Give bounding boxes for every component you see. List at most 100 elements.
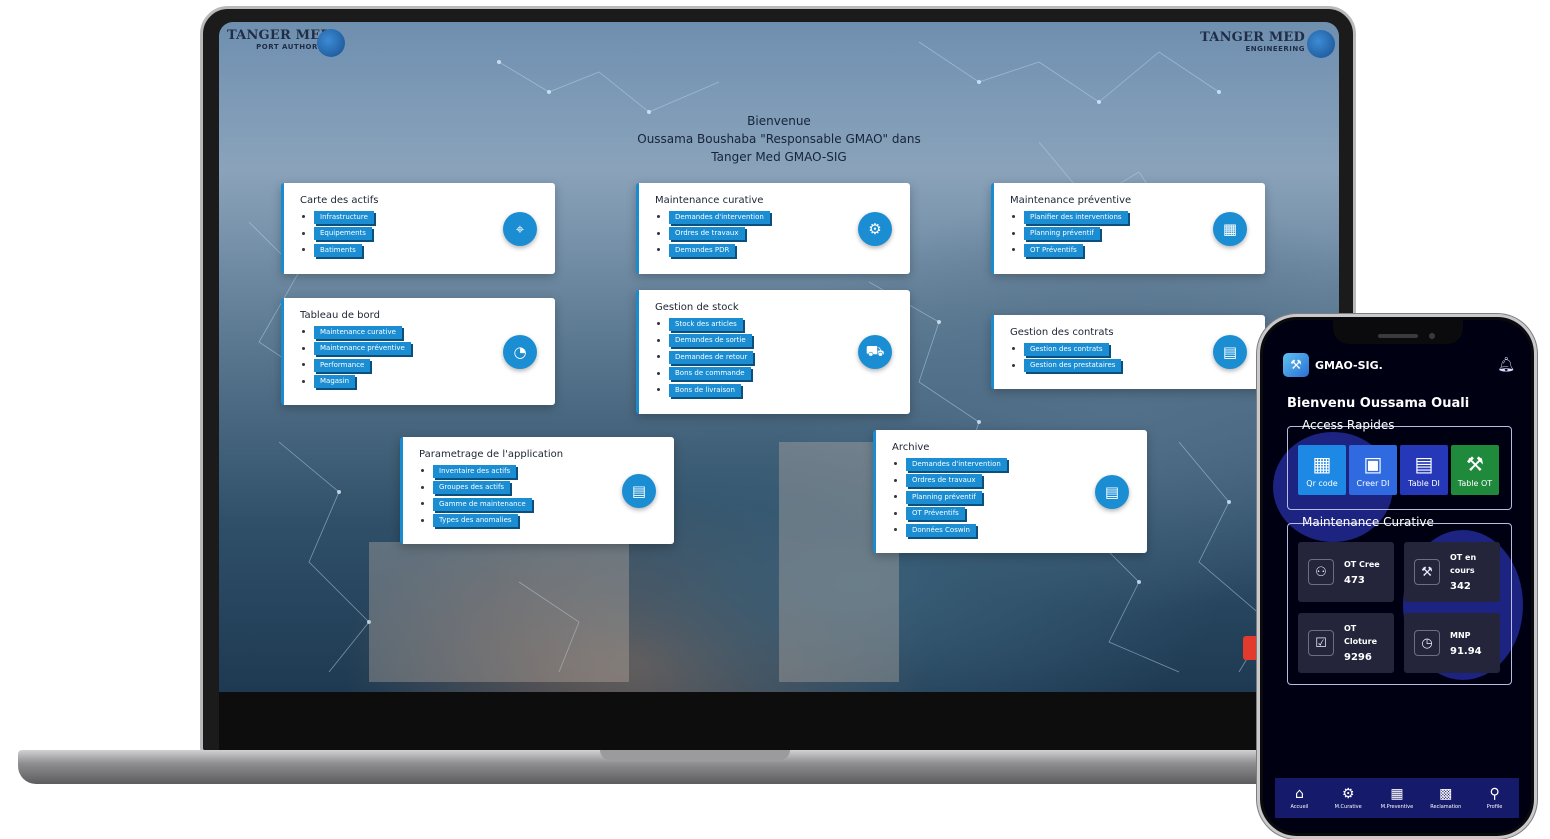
link-dashboard-curative[interactable]: Maintenance curative xyxy=(314,325,402,339)
document-icon[interactable]: ▤ xyxy=(1213,335,1247,369)
drill-icon: ⚒ xyxy=(1414,559,1440,585)
stat-value: 9296 xyxy=(1344,652,1372,663)
nav-profile[interactable]: ⚲ Profile xyxy=(1471,786,1519,810)
button-label: Qr code xyxy=(1306,478,1338,488)
nav-m-preventive[interactable]: ▦ M.Preventive xyxy=(1373,786,1421,810)
link-stock-articles[interactable]: Stock des articles xyxy=(669,317,743,331)
link-gestion-contrats[interactable]: Gestion des contrats xyxy=(1024,342,1109,356)
table-ot-button[interactable]: ⚒ Table OT xyxy=(1451,445,1499,495)
card-title: Gestion des contrats xyxy=(1010,327,1114,338)
stat-label: OT en cours xyxy=(1450,553,1477,575)
mockup-stage: TANGER MED PORT AUTHORITY TANGER MED ENG… xyxy=(0,0,1550,839)
link-types-anomalies[interactable]: Types des anomalies xyxy=(433,514,518,528)
link-planifier-interventions[interactable]: Planifier des interventions xyxy=(1024,210,1128,224)
link-groupes-actifs[interactable]: Groupes des actifs xyxy=(433,481,511,495)
curative-title: Maintenance Curative xyxy=(1302,515,1434,529)
button-label: Table OT xyxy=(1457,478,1493,488)
link-bons-livraison[interactable]: Bons de livraison xyxy=(669,383,741,397)
list-item: Demandes PDR xyxy=(655,242,894,259)
document-icon[interactable]: ▤ xyxy=(1095,474,1129,509)
nav-m-curative[interactable]: ⚙ M.Curative xyxy=(1324,786,1372,810)
list-item: Gamme de maintenance xyxy=(419,496,658,513)
card-title: Carte des actifs xyxy=(300,195,379,206)
link-inventaire-actifs[interactable]: Inventaire des actifs xyxy=(433,464,517,478)
calendar-icon[interactable]: ▦ xyxy=(1213,211,1247,246)
camera xyxy=(1429,333,1435,339)
qr-code-button[interactable]: ▦ Qr code xyxy=(1298,445,1346,495)
gear-icon: ⚙ xyxy=(1341,786,1355,802)
nav-reclamation[interactable]: ▩ Reclamation xyxy=(1422,786,1470,810)
drill-icon: ⚒ xyxy=(1466,451,1484,476)
calendar-icon: ▦ xyxy=(1390,786,1404,802)
list-item: Maintenance curative xyxy=(300,324,539,341)
nav-label: M.Preventive xyxy=(1380,804,1414,810)
bell-icon[interactable]: 🔔︎ xyxy=(1497,357,1515,373)
link-dashboard-preventive[interactable]: Maintenance préventive xyxy=(314,342,411,356)
card-tableau-de-bord: Tableau de bord Maintenance curative Mai… xyxy=(281,298,555,405)
link-bons-commande[interactable]: Bons de commande xyxy=(669,367,751,381)
stat-label: MNP xyxy=(1450,630,1471,640)
stat-ot-cree[interactable]: ⚇ OT Cree 473 xyxy=(1298,542,1394,602)
document-icon[interactable]: ▤ xyxy=(622,473,656,508)
dashboard-icon[interactable]: ◔ xyxy=(503,334,537,369)
link-performance[interactable]: Performance xyxy=(314,358,371,372)
stat-ot-cloture[interactable]: ☑ OT Cloture 9296 xyxy=(1298,613,1394,673)
link-demandes-pdr[interactable]: Demandes PDR xyxy=(669,243,736,257)
card-gestion-contrats: Gestion des contrats Gestion des contrat… xyxy=(991,315,1265,389)
card-maintenance-preventive: Maintenance préventive Planifier des int… xyxy=(991,183,1265,274)
stat-value: 473 xyxy=(1344,574,1365,586)
user-gear-icon: ⚇ xyxy=(1308,559,1334,585)
user-icon: ⚲ xyxy=(1489,786,1500,802)
stat-ot-en-cours[interactable]: ⚒ OT en cours 342 xyxy=(1404,542,1500,602)
stat-value: 91.94 xyxy=(1450,645,1482,657)
link-archive-ordres[interactable]: Ordres de travaux xyxy=(906,474,982,488)
cart-icon[interactable]: ⛟ xyxy=(858,335,892,369)
stat-label: OT Cloture xyxy=(1344,624,1377,646)
link-ot-preventifs[interactable]: OT Préventifs xyxy=(1024,243,1083,257)
link-equipements[interactable]: Equipements xyxy=(314,227,372,241)
list-item: Bons de livraison xyxy=(655,382,894,399)
engineering-logo-icon xyxy=(1307,30,1335,58)
laptop-hinge-notch xyxy=(600,750,790,760)
link-archive-coswin[interactable]: Données Coswin xyxy=(906,523,976,537)
list-item: Stock des articles xyxy=(655,316,894,333)
list-item: Inventaire des actifs xyxy=(419,463,658,480)
link-magasin[interactable]: Magasin xyxy=(314,375,356,389)
stat-mnp[interactable]: ◷ MNP 91.94 xyxy=(1404,613,1500,673)
home-icon: ⌂ xyxy=(1294,786,1304,802)
link-ordres-travaux[interactable]: Ordres de travaux xyxy=(669,227,745,241)
link-demandes-retour[interactable]: Demandes de retour xyxy=(669,350,754,364)
gear-icon[interactable]: ⚙ xyxy=(858,211,892,246)
link-archive-planning[interactable]: Planning préventif xyxy=(906,490,982,504)
list-item: Gestion des prestataires xyxy=(1010,358,1249,375)
list-item: Bons de commande xyxy=(655,366,894,383)
link-gamme-maintenance[interactable]: Gamme de maintenance xyxy=(433,497,532,511)
link-archive-ot[interactable]: OT Préventifs xyxy=(906,507,965,521)
link-gestion-prestataires[interactable]: Gestion des prestataires xyxy=(1024,359,1122,373)
link-demandes-sortie[interactable]: Demandes de sortie xyxy=(669,334,752,348)
card-title: Maintenance préventive xyxy=(1010,195,1132,206)
calendar-plus-icon: ▣ xyxy=(1363,451,1383,476)
nav-accueil[interactable]: ⌂ Accueil xyxy=(1275,786,1323,810)
card-archive: Archive Demandes d'intervention Ordres d… xyxy=(873,430,1147,553)
list-item: OT Préventifs xyxy=(892,506,1131,523)
welcome-line-3: Tanger Med GMAO-SIG xyxy=(711,150,847,164)
curative-panel: Maintenance Curative ⚇ OT Cree 473 ⚒ OT e… xyxy=(1287,515,1512,685)
link-infrastructure[interactable]: Infrastructure xyxy=(314,210,374,224)
map-pin-icon[interactable]: ⌖ xyxy=(503,211,537,246)
card-parametrage: Parametrage de l'application Inventaire … xyxy=(400,437,674,544)
side-tab[interactable] xyxy=(1243,636,1257,660)
table-di-button[interactable]: ▤ Table DI xyxy=(1400,445,1448,495)
link-demandes-intervention[interactable]: Demandes d'intervention xyxy=(669,210,770,224)
welcome-message: Bienvenue Oussama Boushaba "Responsable … xyxy=(579,112,979,166)
clipboard-clock-icon: ◷ xyxy=(1414,630,1440,656)
nav-label: Accueil xyxy=(1290,804,1309,810)
link-planning-preventif[interactable]: Planning préventif xyxy=(1024,227,1100,241)
card-title: Archive xyxy=(892,442,930,453)
stat-value: 342 xyxy=(1450,581,1471,592)
link-batiments[interactable]: Batiments xyxy=(314,243,362,257)
quick-access-title: Access Rapides xyxy=(1302,418,1395,432)
quick-access-panel: Access Rapides ▦ Qr code ▣ Creer DI ▤ Ta… xyxy=(1287,418,1512,510)
create-di-button[interactable]: ▣ Creer DI xyxy=(1349,445,1397,495)
link-archive-demandes[interactable]: Demandes d'intervention xyxy=(906,457,1007,471)
